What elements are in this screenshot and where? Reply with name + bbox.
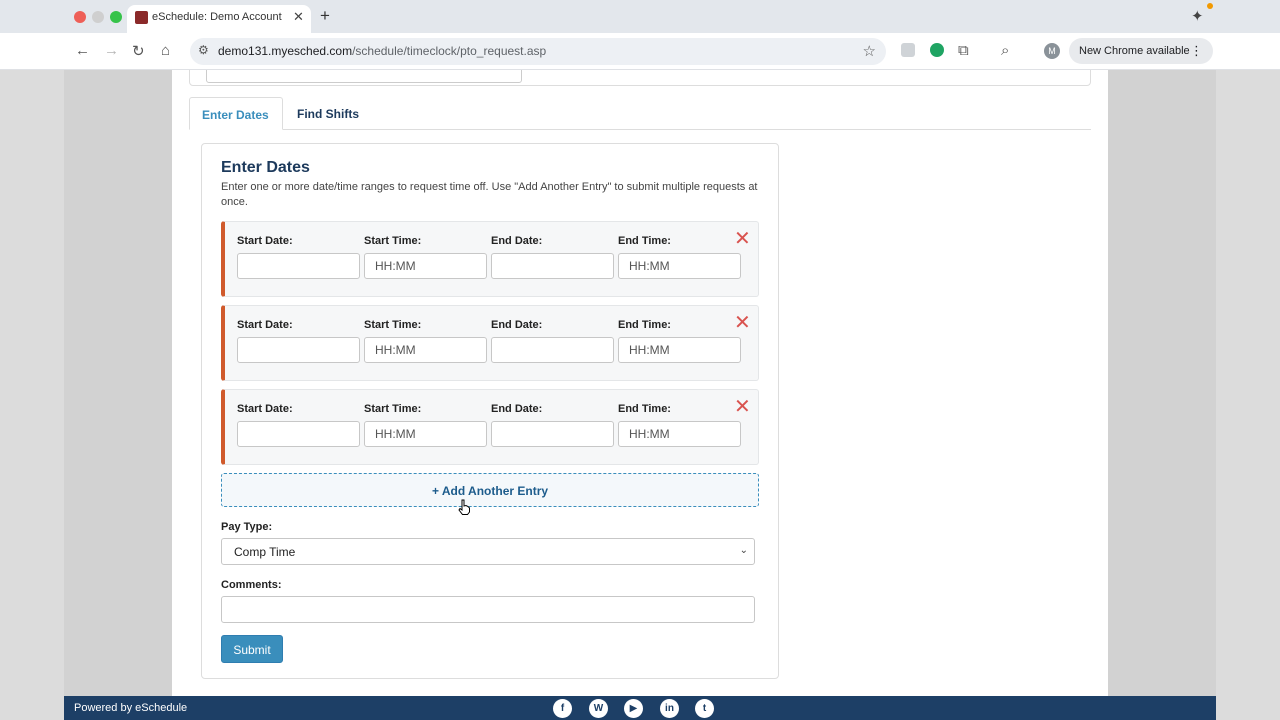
tab-find-shifts[interactable]: Find Shifts (285, 97, 371, 130)
end-time-label: End Time: (618, 235, 671, 247)
facebook-icon[interactable]: f (553, 699, 572, 718)
start-date-label: Start Date: (237, 235, 293, 247)
chrome-update-button[interactable]: New Chrome available ⋮ (1069, 38, 1213, 64)
comments-input[interactable] (221, 596, 755, 623)
address-bar[interactable]: ⚙ demo131.myesched.com/schedule/timecloc… (190, 38, 886, 65)
tab-enter-dates[interactable]: Enter Dates (189, 97, 283, 130)
profile-avatar[interactable]: M (1044, 43, 1060, 59)
extension-icon[interactable] (901, 43, 915, 57)
end-date-input[interactable] (491, 421, 614, 447)
pointer-hand-cursor-icon (458, 499, 470, 515)
browser-tab-title: eSchedule: Demo Account (152, 11, 282, 23)
bookmark-star-icon[interactable]: ☆ (863, 42, 876, 60)
eschedule-favicon-icon (135, 11, 148, 24)
start-time-input[interactable] (364, 253, 487, 279)
end-time-label: End Time: (618, 319, 671, 331)
start-date-input[interactable] (237, 421, 360, 447)
gemini-sparkle-icon[interactable]: ✦ (1191, 7, 1204, 25)
remove-entry-icon[interactable]: ✕ (734, 229, 751, 249)
twitter-icon[interactable]: t (695, 699, 714, 718)
end-date-input[interactable] (491, 253, 614, 279)
start-date-input[interactable] (237, 337, 360, 363)
start-time-label: Start Time: (364, 319, 422, 331)
end-time-input[interactable] (618, 337, 741, 363)
start-time-label: Start Time: (364, 403, 422, 415)
chrome-update-label: New Chrome available (1079, 45, 1190, 57)
remove-entry-icon[interactable]: ✕ (734, 397, 751, 417)
url-text: demo131.myesched.com/schedule/timeclock/… (218, 44, 547, 58)
forward-arrow-icon[interactable]: → (104, 42, 119, 59)
date-entry: Start Date: Start Time: End Date: End Ti… (221, 305, 759, 381)
enter-dates-panel: Enter Dates Enter one or more date/time … (201, 143, 779, 679)
home-icon[interactable]: ⌂ (161, 42, 170, 59)
panel-title: Enter Dates (221, 159, 310, 176)
youtube-icon[interactable]: ▶ (624, 699, 643, 718)
grammarly-icon[interactable] (930, 43, 944, 57)
end-time-input[interactable] (618, 253, 741, 279)
maximize-window-button[interactable] (110, 11, 122, 23)
page-footer: Powered by eSchedule f W ▶ in t (64, 696, 1216, 720)
start-date-input[interactable] (237, 253, 360, 279)
remove-entry-icon[interactable]: ✕ (734, 313, 751, 333)
page-content: Enter Dates Find Shifts Enter Dates Ente… (172, 70, 1108, 720)
start-date-label: Start Date: (237, 403, 293, 415)
end-time-label: End Time: (618, 403, 671, 415)
browser-tab[interactable]: eSchedule: Demo Account ✕ (127, 5, 311, 33)
chevron-down-icon: ⌄ (739, 545, 748, 556)
pay-type-label: Pay Type: (221, 521, 273, 533)
powered-by-text: Powered by eSchedule (74, 702, 188, 714)
end-date-input[interactable] (491, 337, 614, 363)
start-time-input[interactable] (364, 421, 487, 447)
end-date-label: End Date: (491, 319, 543, 331)
employee-select[interactable] (206, 70, 522, 83)
submit-button[interactable]: Submit (221, 635, 283, 663)
more-menu-icon[interactable]: ⋮ (1190, 43, 1203, 59)
extensions-puzzle-icon[interactable]: ⧉ (958, 42, 969, 59)
close-tab-icon[interactable]: ✕ (293, 9, 304, 25)
add-another-entry-button[interactable]: + Add Another Entry (221, 473, 759, 507)
panel-description: Enter one or more date/time ranges to re… (221, 181, 758, 208)
reload-icon[interactable]: ↻ (132, 42, 145, 60)
employee-selector-card (189, 70, 1091, 86)
tab-search-icon[interactable]: ⌕ (1001, 42, 1009, 59)
browser-tab-bar: eSchedule: Demo Account ✕ + ✦ (0, 0, 1280, 33)
minimize-window-button[interactable] (92, 11, 104, 23)
close-window-button[interactable] (74, 11, 86, 23)
date-entry: Start Date: Start Time: End Date: End Ti… (221, 389, 759, 465)
start-time-input[interactable] (364, 337, 487, 363)
new-tab-icon[interactable]: + (320, 6, 330, 26)
site-settings-icon[interactable]: ⚙ (198, 43, 209, 57)
back-arrow-icon[interactable]: ← (75, 42, 90, 59)
pay-type-select[interactable]: Comp Time ⌄ (221, 538, 755, 565)
notification-dot (1207, 3, 1213, 9)
pay-type-selected-value: Comp Time (234, 545, 296, 559)
end-time-input[interactable] (618, 421, 741, 447)
page-viewport: Enter Dates Find Shifts Enter Dates Ente… (64, 70, 1216, 720)
date-entry: Start Date: Start Time: End Date: End Ti… (221, 221, 759, 297)
linkedin-icon[interactable]: in (660, 699, 679, 718)
end-date-label: End Date: (491, 235, 543, 247)
wordpress-icon[interactable]: W (589, 699, 608, 718)
request-tabs: Enter Dates Find Shifts (189, 97, 1091, 130)
end-date-label: End Date: (491, 403, 543, 415)
start-date-label: Start Date: (237, 319, 293, 331)
start-time-label: Start Time: (364, 235, 422, 247)
comments-label: Comments: (221, 579, 282, 591)
